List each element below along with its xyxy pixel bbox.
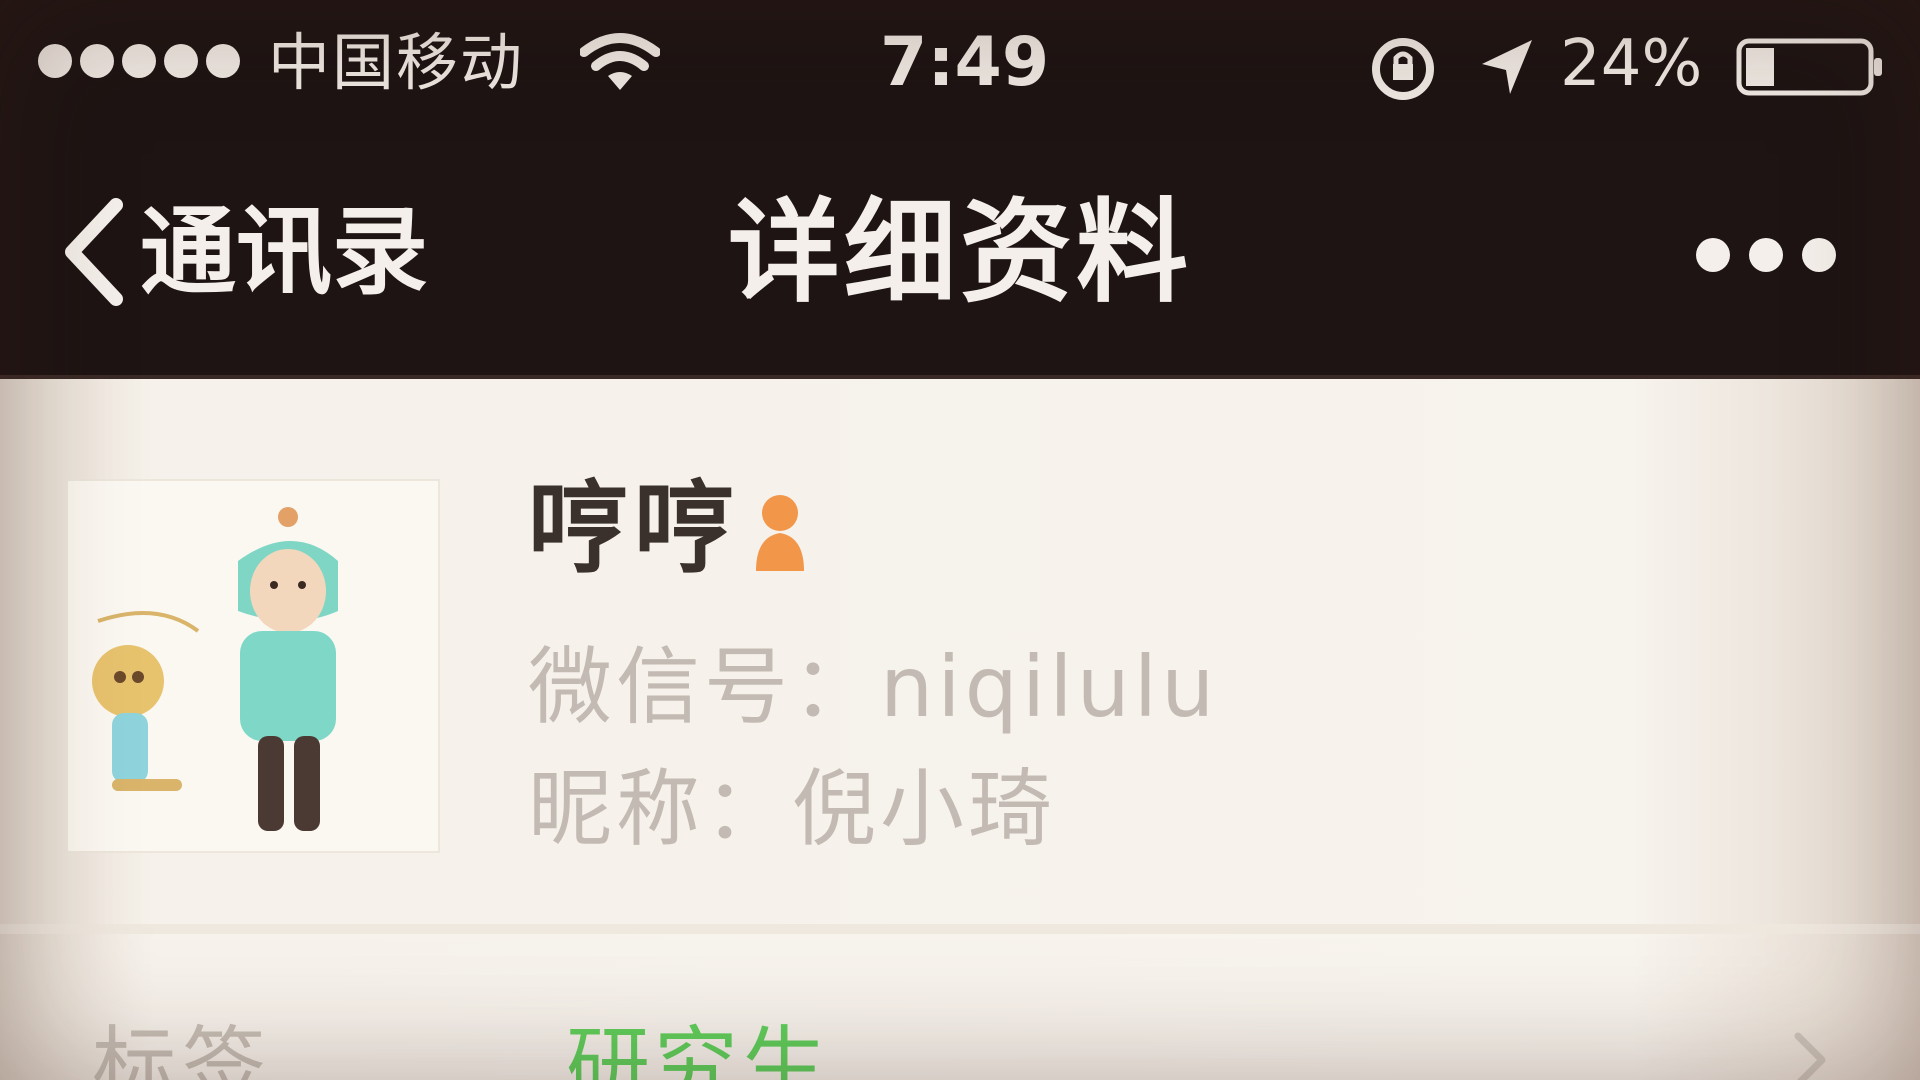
avatar[interactable] [66,479,440,853]
display-name: 哼哼 [528,470,740,587]
lock-rotation-icon [1372,38,1434,100]
signal-dots-icon [38,44,240,78]
clock: 7:49 [880,23,1050,102]
tag-row[interactable]: 标签 研究生 [0,934,1920,1080]
female-icon [756,495,804,571]
battery-percentage: 24% [1560,27,1703,101]
tag-label: 标签 [92,1017,273,1080]
nickname: 昵称：倪小琦 [528,760,1057,858]
wechat-id: 微信号：niqilulu [528,638,1219,736]
tag-value: 研究生 [566,1017,831,1080]
status-bar: 中国移动 7:49 24% [0,0,1920,130]
page-title: 详细资料 [728,188,1192,318]
section-divider [0,924,1920,934]
wifi-icon [580,33,660,90]
more-icon[interactable] [1696,230,1836,280]
profile-card: 哼哼 微信号：niqilulu 昵称：倪小琦 [0,379,1920,924]
navigation-bar: 通讯录 详细资料 [0,130,1920,379]
screen: 中国移动 7:49 24% 通讯录 详细资料 哼哼 微信号：niqilulu 昵… [0,0,1920,1080]
chevron-right-icon [1794,1032,1826,1080]
battery-icon [1736,38,1882,96]
avatar-illustration [92,507,338,831]
carrier-label: 中国移动 [268,26,525,99]
location-icon [1482,40,1532,94]
